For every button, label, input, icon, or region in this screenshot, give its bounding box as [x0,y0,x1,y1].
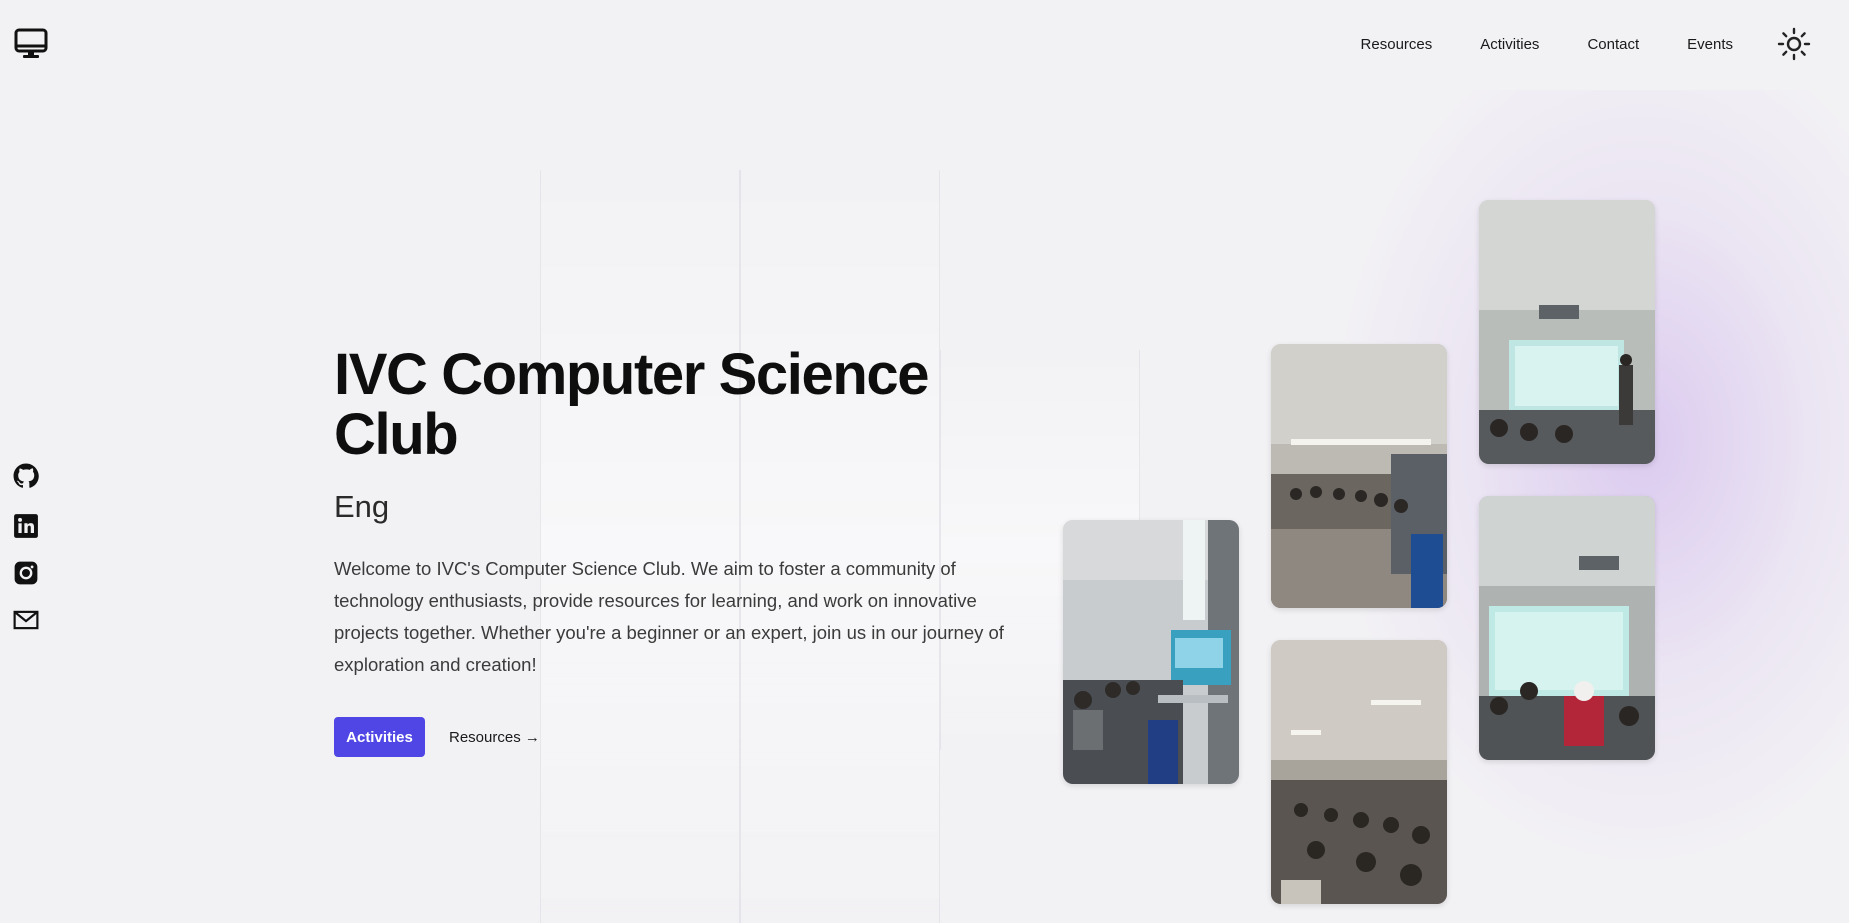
hero-subtitle: Eng [334,489,390,524]
resources-link[interactable]: Resources → [449,729,540,746]
hero-title: IVC Computer Science Club [334,342,929,467]
nav-contact[interactable]: Contact [1587,36,1639,53]
club-photo-4 [1479,200,1655,464]
hero-description: Welcome to IVC's Computer Science Club. … [334,558,1004,675]
hero-section: IVC Computer Science Club Eng Welcome to… [334,345,1034,757]
club-photo-1 [1063,520,1239,784]
github-icon[interactable] [13,463,39,489]
hero-actions: Activities Resources → [334,717,1034,757]
home-logo-link[interactable] [13,26,49,62]
nav-events[interactable]: Events [1687,36,1733,53]
sun-icon[interactable] [1777,27,1811,61]
nav-activities[interactable]: Activities [1480,36,1539,53]
club-photo-5 [1479,496,1655,760]
mail-icon[interactable] [13,607,39,633]
main-nav: Resources Activities Contact Events [1313,26,1811,62]
activities-button[interactable]: Activities [334,717,425,757]
club-photo-2 [1271,344,1447,608]
social-links [13,463,39,633]
linkedin-icon[interactable] [13,513,39,539]
instagram-icon[interactable] [13,560,39,586]
club-photo-3 [1271,640,1447,904]
desktop-monitor-icon [14,28,48,58]
nav-resources[interactable]: Resources [1361,36,1433,53]
